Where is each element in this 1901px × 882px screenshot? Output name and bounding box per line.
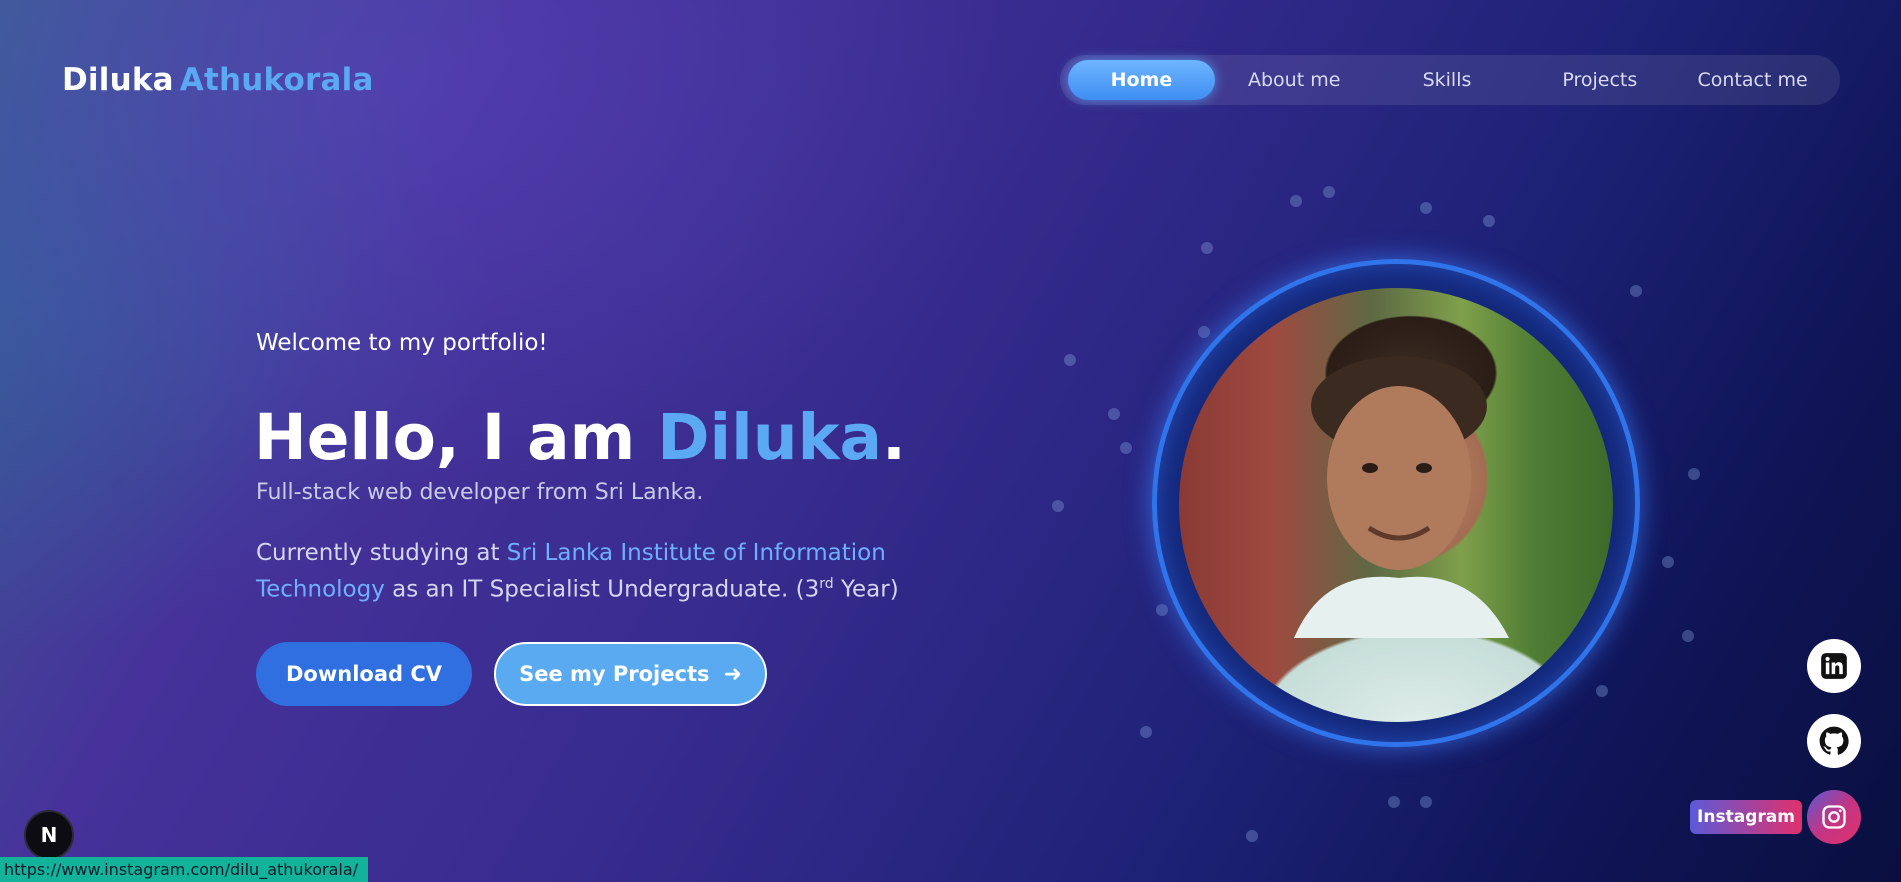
decorative-dot [1483,215,1495,227]
github-icon [1819,726,1849,755]
study-prefix: Currently studying at [256,540,507,566]
decorative-dot [1120,442,1132,454]
hero-heading-suffix: . [882,401,906,474]
role-text: Full-stack web developer from Sri Lanka. [256,480,704,505]
site-logo[interactable]: Diluka Athukorala [62,62,374,98]
nextjs-dev-indicator[interactable]: N [24,810,74,860]
study-sup: rd [819,576,834,592]
study-text: Currently studying at Sri Lanka Institut… [256,538,936,606]
link-status-bar: https://www.instagram.com/dilu_athukoral… [0,857,368,882]
nav-skills[interactable]: Skills [1374,60,1521,100]
hero-heading: Hello, I am Diluka. [254,402,906,474]
nav-projects[interactable]: Projects [1526,60,1673,100]
instagram-icon [1822,805,1846,829]
decorative-dot [1662,556,1674,568]
decorative-dot [1246,830,1258,842]
decorative-dot [1156,604,1168,616]
see-projects-label: See my Projects [519,662,710,686]
logo-first-name: Diluka [62,62,174,98]
decorative-dot [1596,685,1608,697]
download-cv-button[interactable]: Download CV [256,642,472,706]
hero-heading-name: Diluka [657,401,883,474]
nav-contact-me[interactable]: Contact me [1679,60,1826,100]
study-middle: as an IT Specialist Undergraduate. (3 [384,576,820,603]
decorative-dot [1201,242,1213,254]
instagram-tooltip: Instagram [1690,800,1802,834]
linkedin-button[interactable] [1807,639,1861,693]
decorative-dot [1388,796,1400,808]
hero-heading-prefix: Hello, I am [254,401,658,474]
instagram-button[interactable] [1807,790,1861,844]
nav-home[interactable]: Home [1068,60,1215,100]
see-projects-button[interactable]: See my Projects ➜ [494,642,767,706]
decorative-dot [1140,726,1152,738]
decorative-dot [1420,202,1432,214]
arrow-right-icon: ➜ [723,661,742,687]
logo-last-name: Athukorala [179,62,374,98]
decorative-dot [1052,500,1064,512]
study-suffix: Year) [833,576,899,603]
decorative-dot [1198,326,1210,338]
welcome-text: Welcome to my portfolio! [256,330,548,356]
nav-about-me[interactable]: About me [1221,60,1368,100]
decorative-dot [1420,796,1432,808]
decorative-dot [1630,285,1642,297]
decorative-dot [1688,468,1700,480]
decorative-dot [1290,195,1302,207]
decorative-dot [1682,630,1694,642]
decorative-dot [1323,186,1335,198]
github-button[interactable] [1807,714,1861,768]
linkedin-icon [1821,653,1847,679]
main-nav: Home About me Skills Projects Contact me [1060,55,1840,105]
portrait-illustration [1294,356,1509,638]
download-cv-label: Download CV [285,662,442,686]
profile-photo [1179,288,1613,722]
decorative-dot [1064,354,1076,366]
decorative-dot [1108,408,1120,420]
